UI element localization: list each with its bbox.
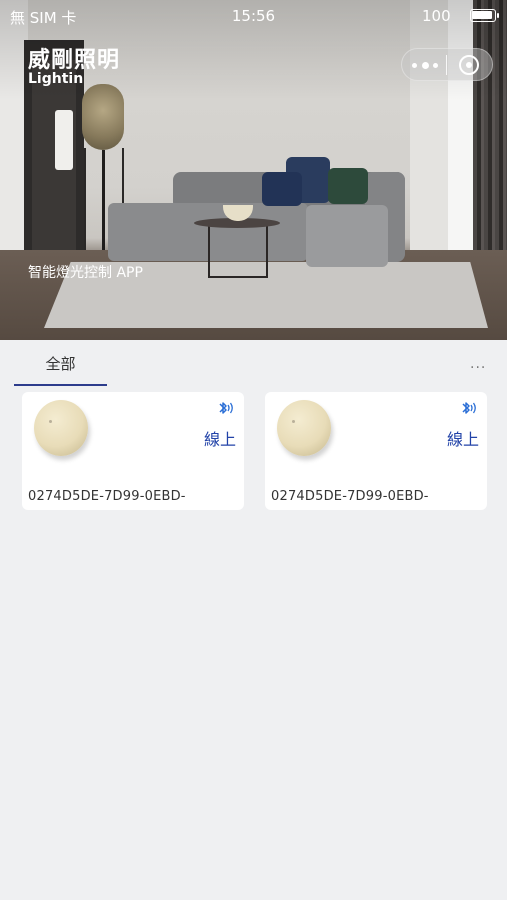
bluetooth-icon [219, 402, 233, 414]
capsule-divider [446, 55, 447, 75]
device-card[interactable]: 線上 0274D5DE-7D99-0EBD- [265, 392, 487, 510]
device-status: 線上 [203, 430, 236, 449]
device-card[interactable]: 線上 0274D5DE-7D99-0EBD- [22, 392, 244, 510]
app-title: 威剛照明 [28, 48, 121, 73]
bluetooth-icon [462, 402, 476, 414]
tab-active-indicator [14, 384, 107, 386]
app-subtitle: Lightin [28, 71, 84, 87]
device-id: 0274D5DE-7D99-0EBD- [271, 489, 429, 504]
battery-icon [470, 9, 499, 22]
battery-percent: 100 [422, 7, 451, 25]
sofa-chaise [306, 205, 388, 267]
pillow [328, 168, 368, 204]
status-bar: 無 SIM 卡 15:56 100 [0, 0, 507, 32]
coffee-table-legs [208, 226, 268, 278]
pillow [262, 172, 302, 206]
device-status: 線上 [446, 430, 479, 449]
tab-all[interactable]: 全部 [14, 340, 107, 386]
hero-caption: 智能燈光控制 APP [28, 265, 143, 281]
more-dots-icon[interactable] [412, 56, 438, 74]
more-tabs-button[interactable]: ... [470, 356, 486, 372]
vase [55, 110, 73, 170]
device-image [277, 400, 331, 456]
device-id: 0274D5DE-7D99-0EBD- [28, 489, 186, 504]
tab-bar: 全部 ... [0, 340, 507, 388]
device-image [34, 400, 88, 456]
close-target-icon[interactable] [459, 55, 479, 75]
floor-lamp-pole [102, 150, 105, 260]
